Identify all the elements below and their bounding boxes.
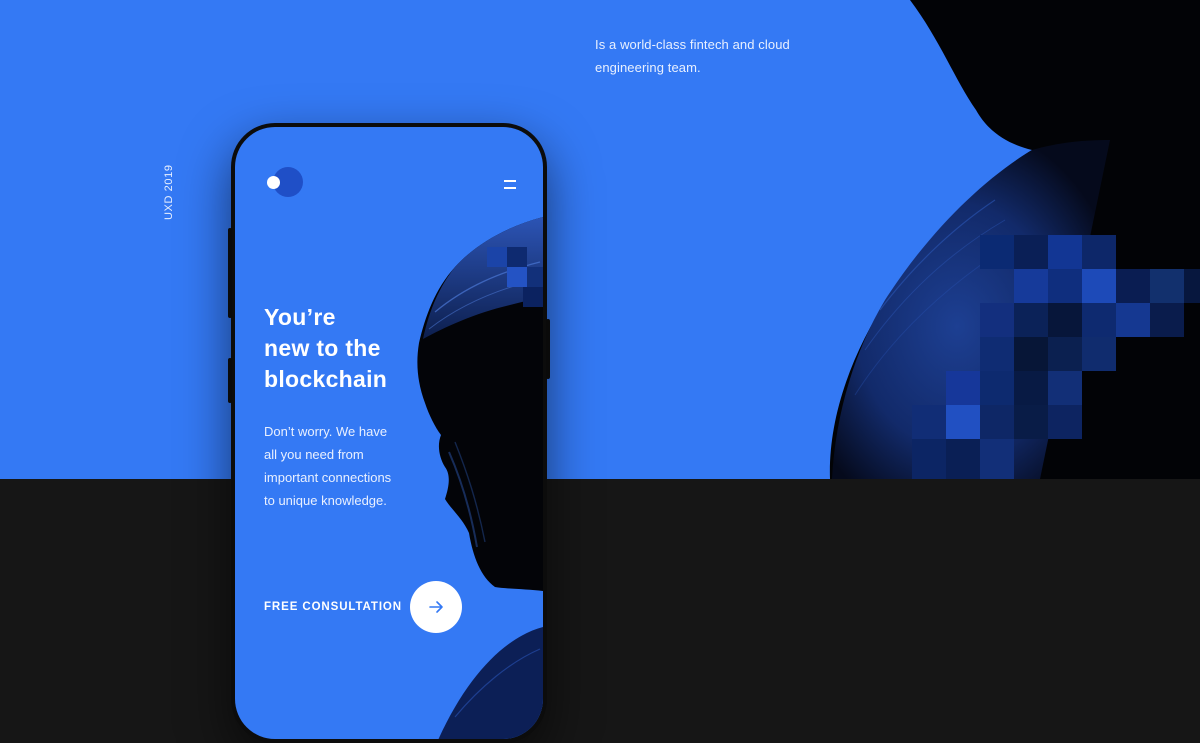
- headline-line: blockchain: [264, 366, 388, 392]
- description-line: all you need from: [264, 447, 364, 462]
- phone-screen: You’re new to the blockchain Don’t worry…: [235, 127, 543, 739]
- year-label: UXD 2019: [163, 160, 177, 220]
- headline-line: new to the: [264, 335, 381, 361]
- cta-arrow-button[interactable]: [410, 581, 462, 633]
- hero-tagline: Is a world-class fintech and cloud engin…: [595, 33, 835, 79]
- brand-logo-icon[interactable]: [263, 165, 303, 199]
- phone-volume-down-button: [228, 358, 232, 403]
- headline: You’re new to the blockchain: [264, 302, 444, 395]
- silhouette-image: [829, 0, 1200, 479]
- menu-line-bottom: [504, 187, 516, 189]
- logo-circle-white: [267, 176, 280, 189]
- description-line: important connections: [264, 470, 392, 485]
- free-consultation-link[interactable]: FREE CONSULTATION: [264, 601, 402, 613]
- hamburger-menu-icon[interactable]: [499, 175, 523, 195]
- description-text: Don’t worry. We have all you need from i…: [264, 420, 414, 512]
- description-line: to unique knowledge.: [264, 493, 387, 508]
- tagline-line: Is a world-class fintech and cloud: [595, 37, 790, 52]
- headline-line: You’re: [264, 304, 336, 330]
- dark-footer-band: [0, 479, 1200, 700]
- arrow-right-icon: [429, 601, 443, 613]
- phone-power-button: [546, 319, 550, 379]
- description-line: Don’t worry. We have: [264, 424, 388, 439]
- phone-volume-up-button: [228, 228, 232, 318]
- phone-mockup: You’re new to the blockchain Don’t worry…: [228, 123, 550, 743]
- year-label-text: UXD 2019: [163, 164, 175, 220]
- tagline-line: engineering team.: [595, 60, 701, 75]
- profile-silhouette-image: [417, 217, 543, 739]
- menu-line-top: [504, 180, 516, 182]
